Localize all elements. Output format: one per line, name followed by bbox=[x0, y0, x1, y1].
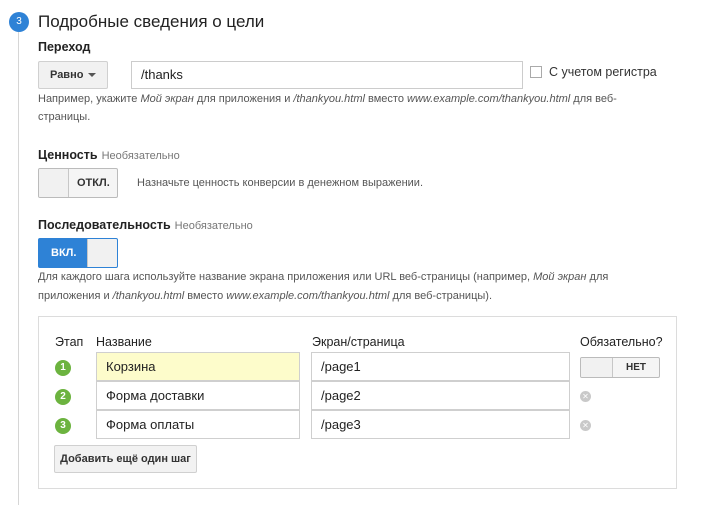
value-help: Назначьте ценность конверсии в денежном … bbox=[137, 177, 423, 189]
funnel-toggle-label: ВКЛ. bbox=[51, 247, 77, 259]
match-type-dropdown[interactable]: Равно bbox=[38, 61, 108, 89]
column-step-header: Этап bbox=[55, 335, 84, 349]
step-page-input[interactable]: /page3 bbox=[311, 410, 570, 439]
funnel-toggle-knob bbox=[87, 239, 117, 267]
destination-label: Переход bbox=[38, 40, 91, 54]
case-sensitive-label: С учетом регистра bbox=[549, 65, 657, 79]
section-title: Подробные сведения о цели bbox=[38, 12, 265, 31]
column-screen-header: Экран/страница bbox=[312, 335, 405, 349]
step-number-badge: 2 bbox=[55, 389, 71, 405]
required-toggle-label: НЕТ bbox=[626, 362, 646, 373]
section-step-badge: 3 bbox=[9, 12, 29, 32]
step-number-badge: 3 bbox=[55, 418, 71, 434]
funnel-toggle[interactable]: ВКЛ. bbox=[38, 238, 118, 268]
caret-down-icon bbox=[88, 73, 96, 77]
remove-x-icon[interactable]: ✕ bbox=[580, 391, 591, 402]
funnel-help-line1: Для каждого шага используйте название эк… bbox=[38, 271, 609, 283]
funnel-label: Последовательность Необязательно bbox=[38, 218, 253, 232]
step-number-badge: 1 bbox=[55, 360, 71, 376]
match-type-value: Равно bbox=[50, 69, 84, 81]
funnel-optional-hint: Необязательно bbox=[174, 220, 253, 232]
section-timeline-line bbox=[18, 32, 19, 505]
destination-help-line2: страницы. bbox=[38, 111, 91, 123]
step-name-input[interactable]: Форма доставки bbox=[96, 381, 300, 410]
required-toggle[interactable]: НЕТ bbox=[580, 357, 660, 378]
add-step-button[interactable]: Добавить ещё один шаг bbox=[54, 445, 197, 473]
value-optional-hint: Необязательно bbox=[101, 150, 180, 162]
column-name-header: Название bbox=[96, 335, 152, 349]
value-label: Ценность Необязательно bbox=[38, 148, 180, 162]
destination-help-line1: Например, укажите Мой экран для приложен… bbox=[38, 93, 617, 105]
case-sensitive-checkbox[interactable] bbox=[530, 66, 542, 78]
remove-x-icon[interactable]: ✕ bbox=[580, 420, 591, 431]
funnel-help-line2: приложения и /thankyou.html вместо www.e… bbox=[38, 290, 493, 302]
value-toggle-knob bbox=[39, 169, 69, 197]
value-toggle-label: ОТКЛ. bbox=[77, 177, 110, 189]
destination-input[interactable]: /thanks bbox=[131, 61, 523, 89]
column-required-header: Обязательно? bbox=[580, 335, 663, 349]
value-toggle[interactable]: ОТКЛ. bbox=[38, 168, 118, 198]
step-page-input[interactable]: /page2 bbox=[311, 381, 570, 410]
step-page-input[interactable]: /page1 bbox=[311, 352, 570, 381]
required-toggle-knob bbox=[581, 358, 613, 377]
step-name-input[interactable]: Форма оплаты bbox=[96, 410, 300, 439]
step-name-input[interactable]: Корзина bbox=[96, 352, 300, 381]
